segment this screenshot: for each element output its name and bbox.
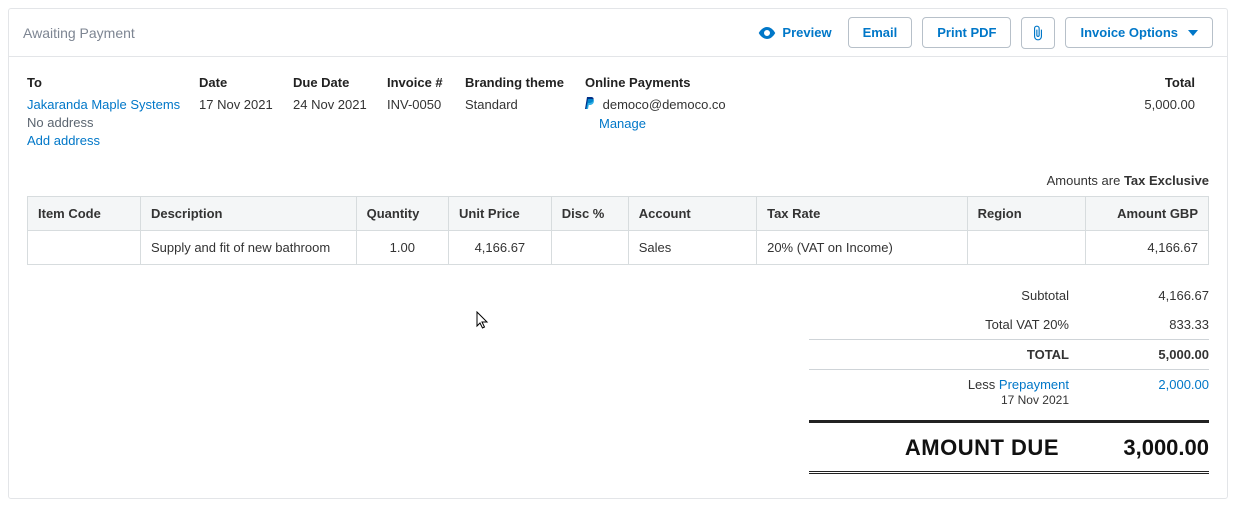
table-header-row: Item Code Description Quantity Unit Pric… (28, 196, 1209, 230)
col-unit-price: Unit Price (449, 196, 552, 230)
totals-block: Subtotal 4,166.67 Total VAT 20% 833.33 T… (809, 281, 1209, 474)
online-payments-email: democo@democo.co (603, 97, 726, 112)
vat-value: 833.33 (1099, 317, 1209, 332)
prepayment-amount[interactable]: 2,000.00 (1099, 377, 1209, 392)
col-description: Description (140, 196, 356, 230)
cell-unit-price: 4,166.67 (449, 230, 552, 264)
cell-region (967, 230, 1085, 264)
col-account: Account (628, 196, 756, 230)
subtotal-row: Subtotal 4,166.67 (809, 281, 1209, 310)
header-online-payments: Online Payments democo@democo.co Manage (585, 75, 765, 133)
email-button[interactable]: Email (848, 17, 913, 48)
label-online-payments: Online Payments (585, 75, 765, 90)
amount-due-value: 3,000.00 (1089, 435, 1209, 461)
label-invoice-no: Invoice # (387, 75, 451, 90)
col-quantity: Quantity (356, 196, 448, 230)
eye-icon (758, 27, 776, 39)
header-branding: Branding theme Standard (465, 75, 571, 114)
cell-account: Sales (628, 230, 756, 264)
add-address-link[interactable]: Add address (27, 133, 100, 148)
header-invoice-no: Invoice # INV-0050 (387, 75, 451, 114)
value-date: 17 Nov 2021 (199, 96, 279, 114)
subtotal-value: 4,166.67 (1099, 288, 1209, 303)
label-total: Total (1144, 75, 1195, 90)
chevron-down-icon (1188, 30, 1198, 36)
email-label: Email (863, 25, 898, 40)
less-prefix: Less (968, 377, 999, 392)
value-total: 5,000.00 (1144, 96, 1195, 114)
col-tax-rate: Tax Rate (757, 196, 968, 230)
header-to: To Jakaranda Maple Systems No address Ad… (27, 75, 185, 151)
prepayment-date: 17 Nov 2021 (1001, 393, 1069, 407)
action-bar: Preview Email Print PDF Invoice Options (758, 17, 1213, 49)
cell-amount: 4,166.67 (1085, 230, 1208, 264)
contact-address: No address (27, 115, 93, 130)
total-value: 5,000.00 (1099, 347, 1209, 362)
amounts-value: Tax Exclusive (1124, 173, 1209, 188)
prepayment-link[interactable]: Prepayment (999, 377, 1069, 392)
amounts-are-note: Amounts are Tax Exclusive (27, 173, 1209, 188)
header-date: Date 17 Nov 2021 (199, 75, 279, 114)
col-item-code: Item Code (28, 196, 141, 230)
vat-row: Total VAT 20% 833.33 (809, 310, 1209, 339)
col-disc: Disc % (551, 196, 628, 230)
cell-description: Supply and fit of new bathroom (140, 230, 356, 264)
value-due-date: 24 Nov 2021 (293, 96, 373, 114)
table-row: Supply and fit of new bathroom 1.00 4,16… (28, 230, 1209, 264)
contact-link[interactable]: Jakaranda Maple Systems (27, 97, 180, 112)
preview-button[interactable]: Preview (758, 25, 831, 40)
total-row: TOTAL 5,000.00 (809, 339, 1209, 369)
value-invoice-no: INV-0050 (387, 96, 451, 114)
invoice-status: Awaiting Payment (23, 25, 135, 41)
amount-due-label: AMOUNT DUE (809, 435, 1089, 461)
col-region: Region (967, 196, 1085, 230)
amounts-prefix: Amounts are (1047, 173, 1124, 188)
header-due-date: Due Date 24 Nov 2021 (293, 75, 373, 114)
manage-online-payments-link[interactable]: Manage (599, 116, 646, 131)
subtotal-label: Subtotal (809, 288, 1099, 303)
cell-item-code (28, 230, 141, 264)
print-label: Print PDF (937, 25, 996, 40)
header-total: Total 5,000.00 (1144, 75, 1195, 114)
label-due-date: Due Date (293, 75, 373, 90)
cell-quantity: 1.00 (356, 230, 448, 264)
topbar: Awaiting Payment Preview Email Print PDF… (9, 9, 1227, 57)
attach-files-button[interactable] (1021, 17, 1055, 49)
preview-label: Preview (782, 25, 831, 40)
vat-label: Total VAT 20% (809, 317, 1099, 332)
invoice-content: To Jakaranda Maple Systems No address Ad… (9, 57, 1227, 498)
col-amount: Amount GBP (1085, 196, 1208, 230)
value-branding: Standard (465, 96, 571, 114)
invoice-card: Awaiting Payment Preview Email Print PDF… (8, 8, 1228, 499)
invoice-options-label: Invoice Options (1080, 25, 1178, 40)
invoice-header-row: To Jakaranda Maple Systems No address Ad… (27, 75, 1209, 151)
paypal-icon (585, 96, 595, 114)
amount-due-row: AMOUNT DUE 3,000.00 (809, 420, 1209, 474)
label-to: To (27, 75, 185, 90)
line-items-table: Item Code Description Quantity Unit Pric… (27, 196, 1209, 265)
cell-tax-rate: 20% (VAT on Income) (757, 230, 968, 264)
label-branding: Branding theme (465, 75, 571, 90)
total-label: TOTAL (809, 347, 1099, 362)
less-prepayment-row: Less Prepayment 17 Nov 2021 2,000.00 (809, 369, 1209, 414)
cell-disc (551, 230, 628, 264)
print-pdf-button[interactable]: Print PDF (922, 17, 1011, 48)
invoice-options-button[interactable]: Invoice Options (1065, 17, 1213, 48)
label-date: Date (199, 75, 279, 90)
attachment-icon (1031, 25, 1045, 41)
